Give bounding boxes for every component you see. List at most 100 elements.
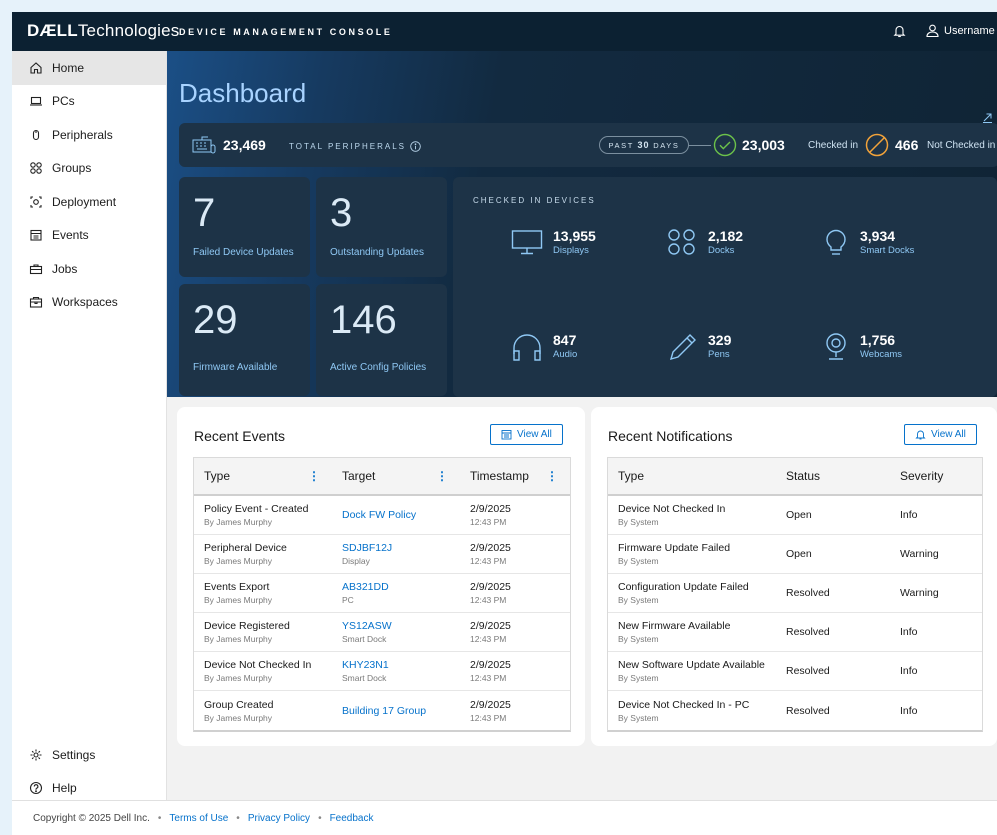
target-link[interactable]: AB321DD — [342, 581, 460, 593]
sidebar-item-label: Home — [52, 60, 85, 75]
target-cell: Dock FW Policy — [332, 509, 460, 521]
column-header-severity[interactable]: Severity — [890, 469, 982, 483]
event-author: By James Murphy — [204, 673, 273, 683]
table-row[interactable]: Group Created By James Murphy Building 17 … — [194, 691, 570, 730]
target-link[interactable]: SDJBF12J — [342, 542, 460, 554]
recent-notifications-card: Recent Notifications View All Type Statu… — [591, 407, 997, 746]
column-menu-icon[interactable]: ⋮ — [546, 469, 558, 483]
sidebar-bottom: Settings Help — [12, 738, 167, 805]
monitor-icon — [511, 230, 543, 255]
view-all-notifications-button[interactable]: View All — [904, 424, 977, 445]
table-row[interactable]: Device Registered By James Murphy YS12ASW S… — [194, 613, 570, 652]
period-selector[interactable]: PAST 30 DAYS — [599, 136, 689, 154]
table-row[interactable]: Firmware Update Failed By System Open Warni… — [608, 535, 982, 574]
target-cell: KHY23N1 Smart Dock — [332, 659, 460, 683]
sidebar-item-deployment[interactable]: Deployment — [12, 185, 166, 219]
device-pens[interactable]: 329 Pens — [666, 332, 731, 362]
feedback-link[interactable]: Feedback — [330, 813, 374, 824]
event-author: By James Murphy — [204, 517, 273, 527]
column-menu-icon[interactable]: ⋮ — [436, 469, 448, 483]
terms-of-use-link[interactable]: Terms of Use — [169, 813, 228, 824]
column-header-type[interactable]: Type — [608, 469, 776, 483]
severity-cell: Info — [890, 665, 982, 677]
table-row[interactable]: Configuration Update Failed By System Reso… — [608, 574, 982, 613]
keyboard-icon — [192, 136, 216, 154]
type-cell: Events Export By James Murphy — [194, 581, 332, 605]
event-type: Device Registered — [204, 620, 290, 632]
table-row[interactable]: New Firmware Available By System Resolved I… — [608, 613, 982, 652]
separator: • — [157, 812, 162, 824]
column-header-timestamp[interactable]: Timestamp ⋮ — [460, 469, 570, 483]
sidebar: Home PCs Peripherals Groups Deployment E… — [12, 51, 167, 800]
type-cell: New Firmware Available By System — [608, 620, 776, 644]
severity-cell: Warning — [890, 548, 982, 560]
notification-status: Resolved — [786, 704, 830, 717]
target-cell: YS12ASW Smart Dock — [332, 620, 460, 644]
target-kind: Display — [342, 556, 370, 566]
sidebar-item-label: Events — [52, 228, 89, 243]
table-row[interactable]: Device Not Checked In By System Open Info — [608, 496, 982, 535]
webcam-icon — [826, 333, 846, 360]
type-cell: Device Registered By James Murphy — [194, 620, 332, 644]
sidebar-item-events[interactable]: Events — [12, 219, 166, 253]
target-link[interactable]: Building 17 Group — [342, 705, 460, 717]
table-row[interactable]: Device Not Checked In By James Murphy KHY2… — [194, 652, 570, 691]
notification-source: By System — [618, 673, 659, 683]
external-link-icon[interactable] — [982, 112, 993, 123]
sidebar-item-workspaces[interactable]: Workspaces — [12, 286, 166, 320]
column-menu-icon[interactable]: ⋮ — [308, 469, 320, 483]
outstanding-updates-tile[interactable]: 3 Outstanding Updates — [316, 177, 447, 277]
table-body: Device Not Checked In By System Open Info Fi… — [608, 496, 982, 730]
tile-value: 3 — [330, 191, 353, 235]
target-kind: PC — [342, 595, 354, 605]
target-link[interactable]: YS12ASW — [342, 620, 460, 632]
mouse-icon — [32, 129, 40, 140]
failed-device-updates-tile[interactable]: 7 Failed Device Updates — [179, 177, 310, 277]
sidebar-item-jobs[interactable]: Jobs — [12, 252, 166, 286]
app-window: DÆLLTechnologies DEVICE MANAGEMENT CONSO… — [12, 12, 997, 835]
device-docks[interactable]: 2,182 Docks — [666, 228, 743, 256]
sidebar-item-peripherals[interactable]: Peripherals — [12, 118, 166, 152]
notification-severity: Warning — [900, 548, 939, 560]
firmware-available-tile[interactable]: 29 Firmware Available — [179, 284, 310, 396]
privacy-policy-link[interactable]: Privacy Policy — [248, 813, 310, 824]
type-cell: Device Not Checked In - PC By System — [608, 699, 776, 723]
sidebar-item-groups[interactable]: Groups — [12, 152, 166, 186]
dell-logo[interactable]: DÆLLTechnologies — [27, 21, 180, 41]
active-config-policies-tile[interactable]: 146 Active Config Policies — [316, 284, 447, 396]
column-header-type[interactable]: Type ⋮ — [194, 469, 332, 483]
type-cell: New Software Update Available By System — [608, 659, 776, 683]
sidebar-item-settings[interactable]: Settings — [12, 738, 167, 772]
table-row[interactable]: Peripheral Device By James Murphy SDJBF12J… — [194, 535, 570, 574]
headphones-icon — [513, 334, 541, 361]
checked-in-label: Checked in — [808, 140, 859, 151]
device-audio[interactable]: 847 Audio — [511, 332, 577, 362]
status-cell: Resolved — [776, 626, 890, 638]
event-type: Peripheral Device — [204, 542, 287, 554]
notification-severity: Info — [900, 626, 918, 638]
device-smart-docks[interactable]: 3,934 Smart Docks — [822, 228, 914, 258]
column-header-target[interactable]: Target ⋮ — [332, 469, 460, 483]
target-link[interactable]: Dock FW Policy — [342, 509, 460, 521]
tile-value: 146 — [330, 298, 397, 342]
column-header-status[interactable]: Status — [776, 469, 890, 483]
event-time: 12:43 PM — [470, 673, 507, 683]
target-link[interactable]: KHY23N1 — [342, 659, 460, 671]
sidebar-item-label: Deployment — [52, 194, 117, 209]
table-row[interactable]: Events Export By James Murphy AB321DD PC 2/9… — [194, 574, 570, 613]
sidebar-item-pcs[interactable]: PCs — [12, 85, 166, 119]
device-webcams[interactable]: 1,756 Webcams — [822, 332, 902, 362]
checked-in-count: 23,003 — [742, 137, 785, 153]
divider — [689, 145, 711, 146]
device-displays[interactable]: 13,955 Displays — [511, 228, 596, 256]
info-icon[interactable] — [410, 141, 421, 152]
table-row[interactable]: Policy Event - Created By James Murphy Doc… — [194, 496, 570, 535]
bell-icon[interactable] — [893, 24, 906, 38]
view-all-events-button[interactable]: View All — [490, 424, 563, 445]
table-row[interactable]: New Software Update Available By System Re… — [608, 652, 982, 691]
sidebar-item-home[interactable]: Home — [12, 51, 166, 85]
table-row[interactable]: Device Not Checked In - PC By System Resol… — [608, 691, 982, 730]
user-menu[interactable]: Username — [926, 24, 997, 37]
severity-cell: Info — [890, 509, 982, 521]
event-date: 2/9/2025 — [470, 581, 511, 593]
